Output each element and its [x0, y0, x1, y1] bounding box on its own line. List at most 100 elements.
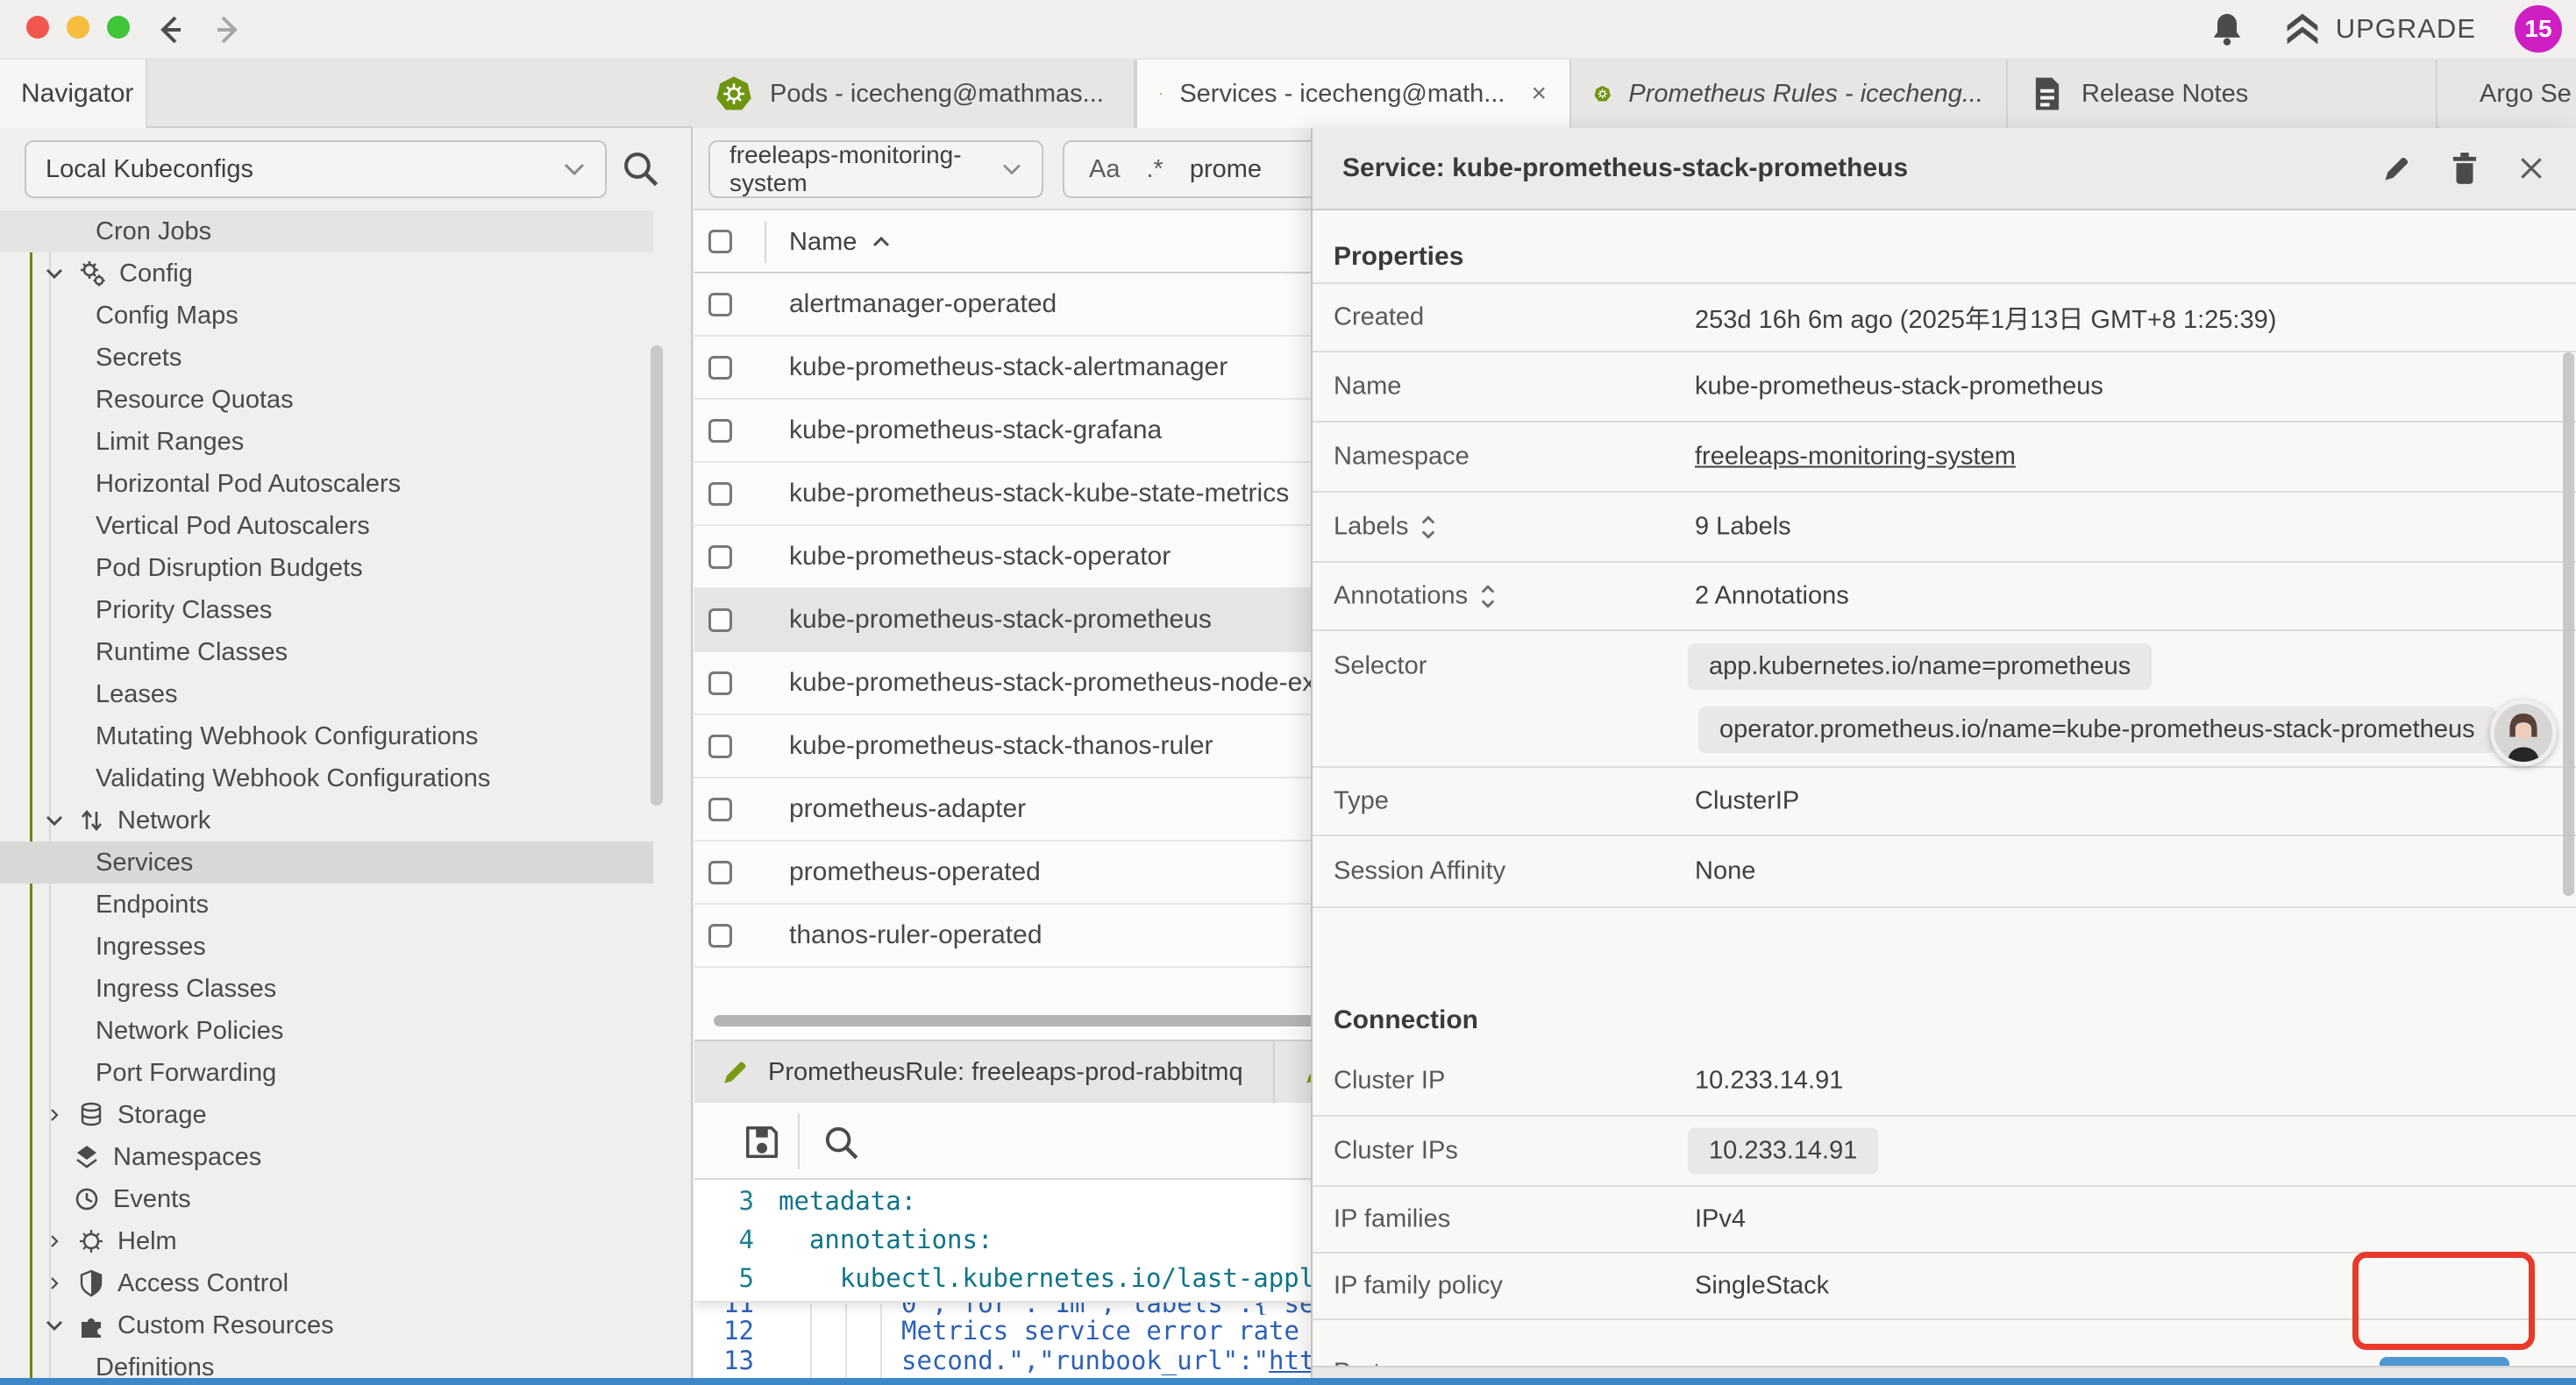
delete-trash-icon[interactable] — [2450, 152, 2480, 185]
sidebar-item-secrets[interactable]: Secrets — [0, 337, 653, 379]
sidebar-item-config-maps[interactable]: Config Maps — [0, 295, 653, 337]
kubernetes-icon — [715, 75, 752, 112]
editor-search-icon[interactable] — [822, 1124, 861, 1162]
name-column-header[interactable]: Name — [789, 210, 892, 273]
kubernetes-icon — [1594, 75, 1611, 112]
notification-count-badge[interactable]: 15 — [2515, 5, 2562, 53]
match-case-icon[interactable]: Aa — [1089, 155, 1120, 184]
select-all-checkbox[interactable] — [708, 230, 732, 253]
sidebar-item-runtime-classes[interactable]: Runtime Classes — [0, 631, 653, 673]
detail-scrollbar[interactable] — [2563, 352, 2574, 896]
chevron-down-icon — [44, 813, 65, 827]
tab-release-notes[interactable]: Release Notes — [2008, 60, 2437, 128]
ip-families-row: IP families IPv4 — [1313, 1187, 2576, 1254]
editor-tab-prometheusrule[interactable]: PrometheusRule: freeleaps-prod-rabbitmq — [694, 1041, 1275, 1103]
sidebar-item-namespaces[interactable]: Namespaces — [0, 1136, 653, 1178]
navigator-sidebar: Local Kubeconfigs Cron Jobs Config Confi… — [0, 128, 693, 1378]
network-arrows-icon — [78, 806, 104, 835]
notifications-bell-icon[interactable] — [2210, 10, 2245, 48]
sidebar-item-port-forwarding[interactable]: Port Forwarding — [0, 1052, 653, 1094]
tab-argo[interactable]: Argo Se — [2439, 60, 2576, 128]
sidebar-item-vertical-pod-autoscalers[interactable]: Vertical Pod Autoscalers — [0, 505, 653, 547]
namespace-select[interactable]: freeleaps-monitoring-system — [708, 140, 1043, 198]
zoom-window-button[interactable] — [107, 16, 130, 39]
edit-pencil-icon[interactable] — [2381, 153, 2413, 184]
app-window: UPGRADE 15 Navigator Pods - icecheng@mat… — [0, 0, 2576, 1385]
detail-horizontal-scrollbar[interactable] — [1313, 1366, 2576, 1378]
sidebar-item-resource-quotas[interactable]: Resource Quotas — [0, 379, 653, 421]
properties-heading: Properties — [1334, 242, 1463, 272]
row-checkbox[interactable] — [708, 356, 732, 380]
sidebar-item-events[interactable]: Events — [0, 1178, 653, 1220]
sidebar-item-helm[interactable]: Helm — [0, 1220, 653, 1262]
close-window-button[interactable] — [26, 16, 49, 39]
sidebar-item-storage[interactable]: Storage — [0, 1094, 653, 1136]
close-icon[interactable] — [2516, 153, 2546, 183]
upgrade-label: UPGRADE — [2336, 13, 2476, 45]
row-checkbox[interactable] — [708, 608, 732, 632]
expand-collapse-icon — [1420, 514, 1436, 540]
sidebar-item-config[interactable]: Config — [0, 252, 653, 295]
row-checkbox[interactable] — [708, 798, 732, 821]
row-checkbox[interactable] — [708, 545, 732, 569]
navigator-panel-tab[interactable]: Navigator — [0, 60, 147, 128]
close-tab-icon[interactable]: × — [1531, 79, 1547, 109]
sidebar-item-ingress-classes[interactable]: Ingress Classes — [0, 968, 653, 1010]
sidebar-item-leases[interactable]: Leases — [0, 673, 653, 715]
save-icon[interactable] — [742, 1122, 782, 1162]
selector-chip: app.kubernetes.io/name=prometheus — [1688, 643, 2152, 690]
chevron-right-icon — [44, 1234, 65, 1248]
tab-services-active[interactable]: Services - icecheng@math... × — [1135, 60, 1571, 128]
labels-row[interactable]: Labels 9 Labels — [1313, 493, 2576, 563]
sidebar-item-network[interactable]: Network — [0, 799, 653, 842]
sidebar-item-endpoints[interactable]: Endpoints — [0, 884, 653, 926]
search-value: prome — [1190, 155, 1262, 184]
row-checkbox[interactable] — [708, 671, 732, 695]
sidebar-item-cron-jobs[interactable]: Cron Jobs — [0, 210, 653, 252]
tab-strip: Navigator Pods - icecheng@mathmas... Ser… — [0, 58, 2576, 128]
puzzle-icon — [78, 1311, 104, 1339]
chevron-down-icon — [1001, 162, 1022, 176]
row-checkbox[interactable] — [708, 482, 732, 506]
regex-icon[interactable]: .* — [1146, 155, 1163, 184]
annotations-row[interactable]: Annotations 2 Annotations — [1313, 563, 2576, 631]
toolbar-divider — [798, 1113, 800, 1169]
namespace-link[interactable]: freeleaps-monitoring-system — [1695, 443, 2016, 472]
upgrade-button[interactable]: UPGRADE — [2283, 11, 2476, 46]
row-checkbox[interactable] — [708, 735, 732, 758]
forward-button[interactable]: Forward... — [2380, 1357, 2509, 1366]
back-arrow-icon[interactable] — [151, 11, 189, 49]
kubeconfig-select[interactable]: Local Kubeconfigs — [25, 140, 607, 198]
row-checkbox[interactable] — [708, 924, 732, 948]
forward-arrow-icon[interactable] — [209, 11, 247, 49]
sidebar-item-access-control[interactable]: Access Control — [0, 1262, 653, 1304]
ip-family-policy-row: IP family policy SingleStack — [1313, 1254, 2576, 1320]
sidebar-item-validating-webhook-configurations[interactable]: Validating Webhook Configurations — [0, 757, 653, 799]
detail-title: Service: kube-prometheus-stack-prometheu… — [1342, 153, 1908, 183]
user-avatar[interactable] — [2490, 700, 2557, 766]
expand-collapse-icon — [1480, 583, 1496, 609]
sidebar-search-icon[interactable] — [621, 149, 661, 189]
cluster-ips-row: Cluster IPs 10.233.14.91 — [1313, 1117, 2576, 1187]
detail-header: Service: kube-prometheus-stack-prometheu… — [1313, 128, 2576, 210]
sidebar-item-pod-disruption-budgets[interactable]: Pod Disruption Budgets — [0, 547, 653, 589]
tab-prometheus-rules[interactable]: Prometheus Rules - icecheng... — [1571, 60, 2008, 128]
sidebar-item-horizontal-pod-autoscalers[interactable]: Horizontal Pod Autoscalers — [0, 463, 653, 505]
sidebar-item-limit-ranges[interactable]: Limit Ranges — [0, 421, 653, 463]
sidebar-scrollbar[interactable] — [651, 345, 663, 806]
sidebar-item-ingresses[interactable]: Ingresses — [0, 926, 653, 968]
kubernetes-icon — [1160, 75, 1162, 112]
sidebar-item-custom-resources[interactable]: Custom Resources — [0, 1304, 653, 1346]
window-accent-bar — [0, 1378, 2576, 1385]
sidebar-item-network-policies[interactable]: Network Policies — [0, 1010, 653, 1052]
shield-icon — [78, 1269, 104, 1297]
row-checkbox[interactable] — [708, 419, 732, 443]
sidebar-item-definitions[interactable]: Definitions — [0, 1346, 653, 1378]
row-checkbox[interactable] — [708, 293, 732, 316]
sidebar-item-mutating-webhook-configurations[interactable]: Mutating Webhook Configurations — [0, 715, 653, 757]
sidebar-item-services[interactable]: Services — [0, 842, 653, 884]
sidebar-item-priority-classes[interactable]: Priority Classes — [0, 589, 653, 631]
row-checkbox[interactable] — [708, 861, 732, 884]
tab-pods[interactable]: Pods - icecheng@mathmas... — [693, 60, 1135, 128]
minimize-window-button[interactable] — [67, 16, 89, 39]
